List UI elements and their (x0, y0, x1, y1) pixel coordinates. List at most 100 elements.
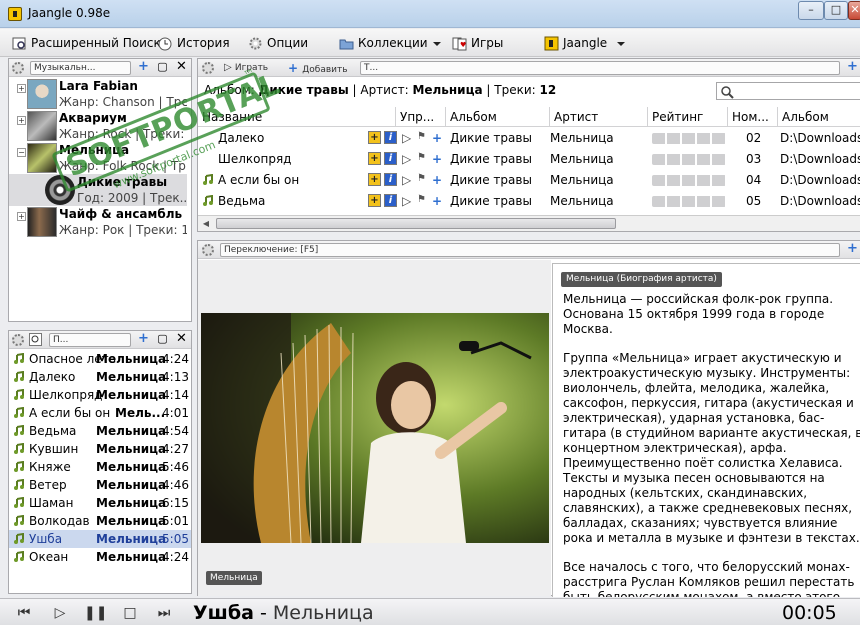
close-icon[interactable]: ✕ (175, 332, 188, 346)
tree-item-melnitsa[interactable]: − Мельница Жанр: Folk Rock | Тр... (9, 142, 187, 174)
view-selector[interactable]: Т... (360, 61, 840, 75)
flag-icon[interactable]: ⚑ (417, 152, 426, 163)
menu-history[interactable]: История (158, 34, 230, 52)
play-button[interactable]: ▷ Играть (224, 61, 268, 75)
add-icon[interactable]: + (846, 242, 859, 256)
playlist-track-row[interactable]: Шелкопряд Мельница 4:14 (9, 386, 191, 404)
column-header-rating[interactable]: Рейтинг (648, 107, 728, 127)
table-row[interactable]: А если бы он + i ▷ ⚑ + Дикие травы Мельница 04 D:… (198, 170, 860, 191)
playlist-track-row[interactable]: Шаман Мельница 6:15 (9, 494, 191, 512)
play-icon[interactable]: ▷ (402, 152, 411, 166)
search-input[interactable] (716, 82, 860, 100)
restore-icon[interactable]: ▢ (156, 61, 169, 74)
table-row[interactable]: Далеко + i ▷ ⚑ + Дикие травы Мельница 02 D:\Downl… (198, 128, 860, 149)
info-icon[interactable]: i (384, 131, 397, 144)
search-icon[interactable] (29, 333, 42, 346)
column-header-number[interactable]: Ном... (728, 107, 778, 127)
stop-icon[interactable]: □ (120, 605, 140, 621)
menu-jaangle[interactable]: Jaangle (544, 34, 607, 52)
menu-games[interactable]: ♥ Игры (452, 34, 503, 52)
play-icon[interactable]: ▷ (402, 194, 411, 208)
expand-icon[interactable]: + (17, 116, 26, 125)
playlist-track-row[interactable]: Ветер Мельница 4:46 (9, 476, 191, 494)
close-icon[interactable]: ✕ (175, 60, 188, 74)
tree-item-album-dikie-travy[interactable]: Дикие травы Год: 2009 | Трек... (9, 174, 187, 206)
gear-icon[interactable] (12, 334, 24, 346)
add-to-playlist-icon[interactable]: + (368, 194, 381, 207)
add-icon[interactable]: + (432, 173, 442, 187)
info-icon[interactable]: i (384, 173, 397, 186)
column-header-album-path[interactable]: Альбом (778, 107, 860, 127)
add-to-playlist-icon[interactable]: + (368, 131, 381, 144)
column-header-title[interactable]: Название (198, 107, 396, 127)
expand-icon[interactable]: + (17, 84, 26, 93)
table-row[interactable]: Ведьма + i ▷ ⚑ + Дикие травы Мельница 05 D:\Downl… (198, 191, 860, 212)
rating-stars[interactable] (652, 133, 726, 144)
tree-item-akvarium[interactable]: + Аквариум Жанр: Rock | Треки: (9, 110, 187, 142)
menu-options[interactable]: Опции (248, 34, 308, 52)
switch-view-field[interactable]: Переключение: [F5] (220, 243, 840, 257)
add-icon[interactable]: + (846, 60, 859, 74)
collection-selector[interactable]: Музыкальн... (30, 61, 131, 75)
tracks-value: 12 (539, 83, 557, 97)
tracks-label: Треки: (494, 83, 536, 97)
add-icon[interactable]: + (432, 152, 442, 166)
tree-item-lara-fabian[interactable]: + Lara Fabian Жанр: Chanson | Тре... (9, 78, 187, 110)
gear-icon[interactable] (202, 244, 214, 256)
add-icon[interactable]: + (432, 194, 442, 208)
column-header-artist[interactable]: Артист (550, 107, 648, 127)
info-icon[interactable]: i (384, 194, 397, 207)
playlist-selector[interactable]: П... (49, 333, 131, 347)
table-row[interactable]: Шелкопряд + i ▷ ⚑ + Дикие травы Мельница 03 D:\Do… (198, 149, 860, 170)
scroll-left-icon[interactable]: ◀ (198, 216, 214, 231)
tree-item-name: Lara Fabian (59, 79, 138, 93)
gear-icon[interactable] (202, 62, 214, 74)
playlist-track-row[interactable]: Океан Мельница 4:24 (9, 548, 191, 566)
pause-icon[interactable]: ❚❚ (84, 605, 107, 621)
playlist-track-row[interactable]: А если бы он Мель... 4:01 (9, 404, 191, 422)
rating-stars[interactable] (652, 154, 726, 165)
playlist-track-row[interactable]: Ушба Мельница 5:05 (9, 530, 191, 548)
flag-icon[interactable]: ⚑ (417, 194, 426, 205)
add-icon[interactable]: + (137, 332, 150, 346)
rating-stars[interactable] (652, 196, 726, 207)
flag-icon[interactable]: ⚑ (417, 131, 426, 142)
close-button[interactable]: ✕ (848, 1, 860, 20)
add-icon[interactable]: + (137, 60, 150, 74)
flag-icon[interactable]: ⚑ (417, 173, 426, 184)
play-icon[interactable]: ▷ (50, 605, 70, 621)
gear-icon[interactable] (12, 62, 24, 74)
collapse-icon[interactable]: − (17, 148, 26, 157)
add-to-playlist-icon[interactable]: + (368, 173, 381, 186)
playlist-track-row[interactable]: Далеко Мельница 4:13 (9, 368, 191, 386)
jaangle-dropdown-icon[interactable] (617, 42, 625, 46)
music-note-icon (14, 533, 24, 544)
column-header-controls[interactable]: Упр... (396, 107, 446, 127)
add-icon[interactable]: + (432, 131, 442, 145)
add-button[interactable]: + Добавить (288, 61, 348, 77)
minimize-button[interactable]: – (798, 1, 824, 20)
rating-stars[interactable] (652, 175, 726, 186)
menu-collections[interactable]: Коллекции (339, 34, 428, 52)
tree-item-chaif[interactable]: + Чайф & ансамбль "... Жанр: Рок | Треки… (9, 206, 187, 238)
expand-icon[interactable]: + (17, 212, 26, 221)
maximize-button[interactable]: □ (824, 1, 848, 20)
playlist-track-row[interactable]: Опасное лето Мельница 4:24 (9, 350, 191, 368)
collections-dropdown-icon[interactable] (433, 42, 441, 46)
restore-icon[interactable]: ▢ (156, 333, 169, 346)
play-icon[interactable]: ▷ (402, 173, 411, 187)
info-icon[interactable]: i (384, 152, 397, 165)
play-icon[interactable]: ▷ (402, 131, 411, 145)
horizontal-scrollbar[interactable]: ◀ (198, 215, 860, 231)
playlist-track-row[interactable]: Кувшин Мельница 4:27 (9, 440, 191, 458)
add-to-playlist-icon[interactable]: + (368, 152, 381, 165)
next-icon[interactable]: ⏭ (154, 605, 174, 621)
playlist-track-row[interactable]: Княже Мельница 5:46 (9, 458, 191, 476)
playlist-track-row[interactable]: Ведьма Мельница 4:54 (9, 422, 191, 440)
column-header-album[interactable]: Альбом (446, 107, 550, 127)
scrollbar-thumb[interactable] (216, 218, 616, 229)
menu-games-label: Игры (471, 36, 504, 50)
playlist-track-row[interactable]: Волкодав Мельница 5:01 (9, 512, 191, 530)
previous-icon[interactable]: ⏮ (14, 605, 34, 621)
menu-advanced-search[interactable]: Расширенный Поиск (12, 34, 161, 52)
